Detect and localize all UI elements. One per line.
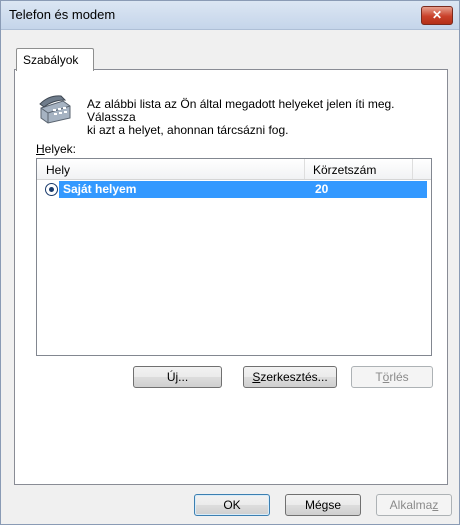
ok-button[interactable]: OK	[194, 494, 270, 516]
location-name: Saját helyem	[63, 182, 137, 196]
close-icon: ✕	[431, 8, 443, 22]
close-button[interactable]: ✕	[421, 6, 453, 25]
tab-rules[interactable]: Szabályok	[16, 48, 94, 71]
dialog-window: Telefon és modem ✕ Szabályok Az alábbi l…	[0, 0, 460, 525]
phone-icon	[39, 95, 71, 124]
delete-button[interactable]: Törlés	[351, 366, 433, 388]
location-area-code: 20	[315, 182, 329, 196]
list-header: Hely Körzetszám	[37, 159, 431, 180]
intro-line-2: ki azt a helyet, ahonnan tárcsázni fog.	[87, 123, 289, 137]
radio-selected-icon[interactable]	[45, 183, 58, 196]
window-title: Telefon és modem	[9, 7, 116, 22]
column-header-area-code[interactable]: Körzetszám	[313, 163, 376, 177]
column-header-place[interactable]: Hely	[46, 163, 70, 177]
locations-listview[interactable]: Hely Körzetszám Saját helyem 20	[36, 158, 432, 356]
places-label: Helyek:	[36, 142, 77, 156]
rules-panel: Az alábbi lista az Ön által megadott hel…	[14, 69, 448, 485]
column-divider[interactable]	[304, 159, 305, 179]
title-bar[interactable]: Telefon és modem ✕	[1, 1, 459, 30]
list-item[interactable]: Saját helyem 20	[59, 181, 427, 198]
intro-text: Az alábbi lista az Ön által megadott hel…	[87, 98, 439, 137]
cancel-button[interactable]: Mégse	[285, 494, 361, 516]
new-button[interactable]: Új...	[133, 366, 222, 388]
apply-button[interactable]: Alkalmaz	[376, 494, 452, 516]
column-divider[interactable]	[412, 159, 413, 179]
intro-line-1: Az alábbi lista az Ön által megadott hel…	[87, 97, 395, 124]
edit-button[interactable]: Szerkesztés...	[243, 366, 337, 388]
tab-rules-label: Szabályok	[23, 53, 79, 67]
